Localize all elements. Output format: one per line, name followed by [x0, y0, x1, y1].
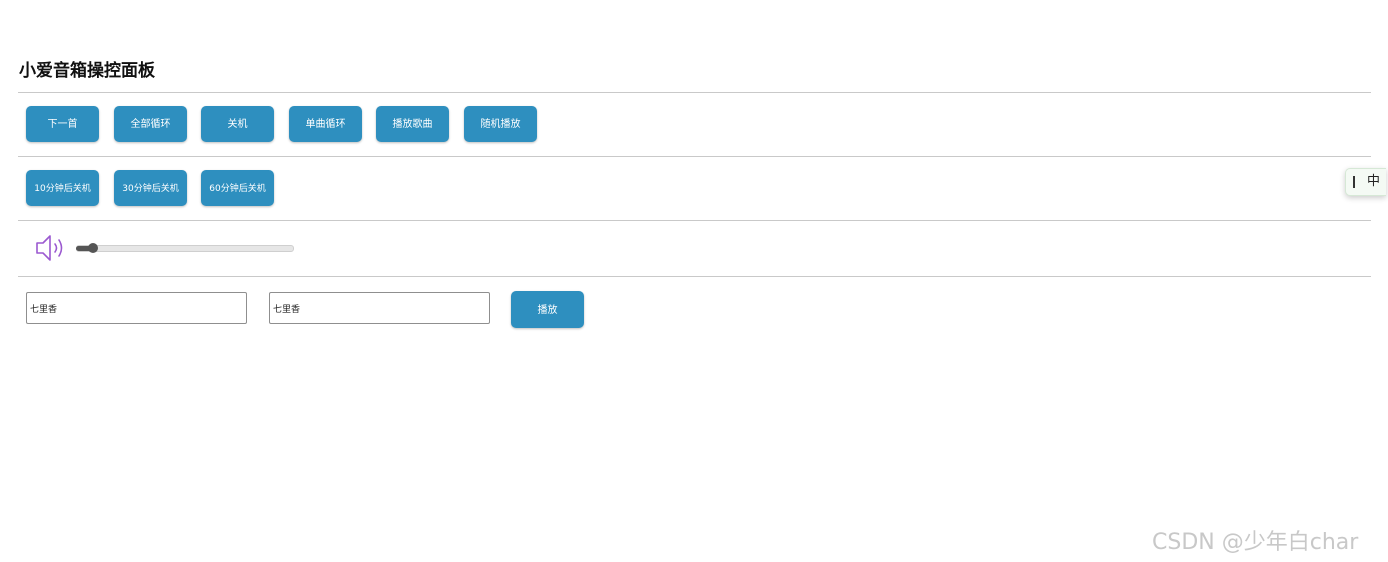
volume-slider-thumb[interactable] [88, 243, 98, 253]
play-button[interactable]: 播放 [511, 291, 584, 328]
play-songs-button[interactable]: 播放歌曲 [376, 106, 449, 142]
text-cursor-icon [1353, 176, 1355, 188]
volume-slider-track [76, 245, 294, 252]
volume-slider[interactable] [76, 243, 294, 253]
shuffle-button[interactable]: 随机播放 [464, 106, 537, 142]
watermark: CSDN @少年白char [1152, 530, 1359, 555]
shutdown-30min-button[interactable]: 30分钟后关机 [114, 170, 187, 206]
shutdown-10min-button[interactable]: 10分钟后关机 [26, 170, 99, 206]
power-off-button[interactable]: 关机 [201, 106, 274, 142]
song-input-1[interactable] [26, 292, 247, 324]
speaker-icon[interactable] [34, 234, 68, 262]
ime-mode-label: 中 [1367, 174, 1381, 189]
ime-indicator[interactable]: 中 [1345, 168, 1386, 196]
loop-single-button[interactable]: 单曲循环 [289, 106, 362, 142]
divider [18, 156, 1371, 157]
song-input-2[interactable] [269, 292, 490, 324]
shutdown-60min-button[interactable]: 60分钟后关机 [201, 170, 274, 206]
divider [18, 276, 1371, 277]
divider [18, 220, 1371, 221]
next-song-button[interactable]: 下一首 [26, 106, 99, 142]
loop-all-button[interactable]: 全部循环 [114, 106, 187, 142]
divider [18, 92, 1371, 93]
panel-title: 小爱音箱操控面板 [19, 61, 155, 81]
